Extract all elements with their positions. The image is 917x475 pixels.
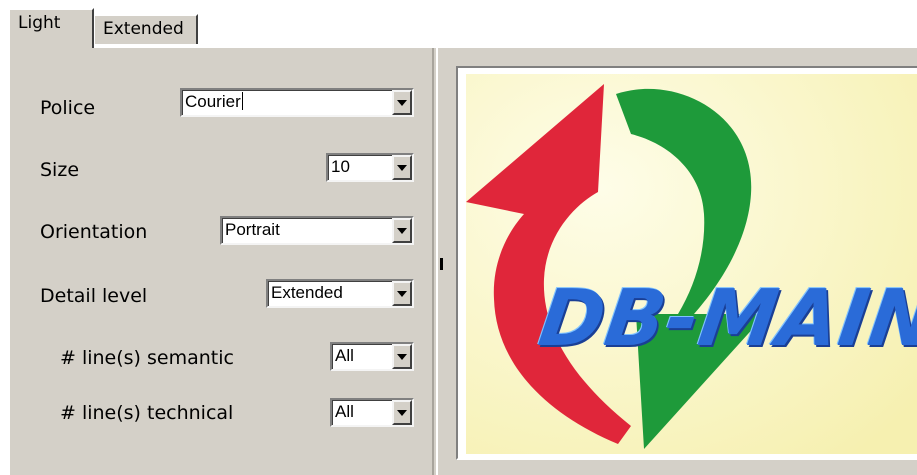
police-value: Courier — [185, 92, 243, 111]
tab-light-label: Light — [18, 13, 61, 33]
splitter-shadow — [432, 47, 434, 475]
size-combo[interactable]: 10 — [326, 153, 414, 182]
settings-dialog: Light Extended Police Courier Size 10 Or… — [0, 0, 917, 475]
lines-semantic-combo[interactable]: All — [330, 342, 414, 371]
lines-technical-combo[interactable]: All — [330, 398, 414, 427]
police-label: Police — [40, 97, 96, 119]
preview-image: DB-MAIN — [466, 74, 917, 454]
lines-semantic-dropdown-button[interactable] — [392, 344, 412, 369]
splitter-grip[interactable] — [440, 258, 443, 270]
lines-semantic-value: All — [335, 346, 354, 365]
police-dropdown-button[interactable] — [392, 90, 412, 115]
lines-technical-label: # line(s) technical — [60, 402, 234, 424]
detail-level-value: Extended — [271, 283, 343, 302]
orientation-dropdown-button[interactable] — [392, 218, 412, 243]
tab-strip-line — [8, 46, 917, 48]
size-dropdown-button[interactable] — [392, 155, 412, 180]
detail-level-dropdown-button[interactable] — [392, 281, 412, 306]
detail-level-label: Detail level — [40, 285, 148, 307]
lines-technical-value: All — [335, 402, 354, 421]
orientation-label: Orientation — [40, 221, 148, 243]
lines-technical-dropdown-button[interactable] — [392, 400, 412, 425]
size-value: 10 — [331, 157, 350, 176]
logo-text: DB-MAIN — [533, 274, 917, 364]
tab-extended-label: Extended — [103, 19, 184, 39]
orientation-value: Portrait — [225, 220, 280, 239]
police-combo[interactable]: Courier — [180, 88, 414, 117]
size-label: Size — [40, 159, 80, 181]
text-caret — [241, 92, 243, 110]
tab-light[interactable]: Light — [8, 8, 94, 48]
db-main-logo — [466, 74, 917, 454]
splitter-highlight[interactable] — [436, 47, 438, 475]
lines-semantic-label: # line(s) semantic — [60, 347, 234, 369]
tab-extended[interactable]: Extended — [93, 14, 198, 44]
orientation-combo[interactable]: Portrait — [220, 216, 414, 245]
detail-level-combo[interactable]: Extended — [266, 279, 414, 308]
